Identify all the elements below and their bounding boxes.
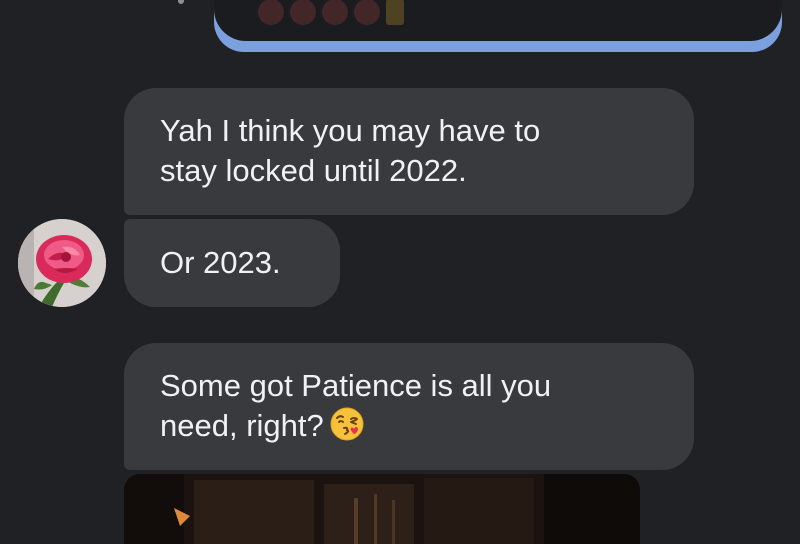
message-text-line: Yah I think you may have to bbox=[160, 113, 541, 148]
preview-shape bbox=[386, 0, 404, 25]
outgoing-message-preview bbox=[258, 0, 404, 30]
incoming-message-bubble[interactable]: Some got Patience is all you need, right… bbox=[124, 343, 694, 470]
preview-shape bbox=[354, 0, 380, 25]
message-text-line: need, right? bbox=[160, 406, 660, 446]
preview-shape bbox=[322, 0, 348, 25]
incoming-message-bubble[interactable]: Yah I think you may have to stay locked … bbox=[124, 88, 694, 215]
preview-shape bbox=[290, 0, 316, 25]
image-preview-content bbox=[124, 474, 640, 544]
image-attachment[interactable] bbox=[124, 474, 640, 544]
message-text-line: stay locked until 2022. bbox=[160, 153, 467, 188]
chat-screen: Yah I think you may have to stay locked … bbox=[0, 0, 800, 544]
rose-avatar-icon bbox=[18, 219, 106, 307]
message-text-fragment: need, right? bbox=[160, 408, 324, 443]
message-text-line: Some got Patience is all you bbox=[160, 368, 552, 403]
avatar[interactable] bbox=[18, 219, 106, 307]
face-blowing-kiss-icon bbox=[330, 407, 364, 441]
incoming-message-bubble[interactable]: Or 2023. bbox=[124, 219, 340, 307]
message-tail bbox=[178, 0, 184, 4]
message-text-line: Or 2023. bbox=[160, 245, 281, 280]
preview-shape bbox=[258, 0, 284, 25]
